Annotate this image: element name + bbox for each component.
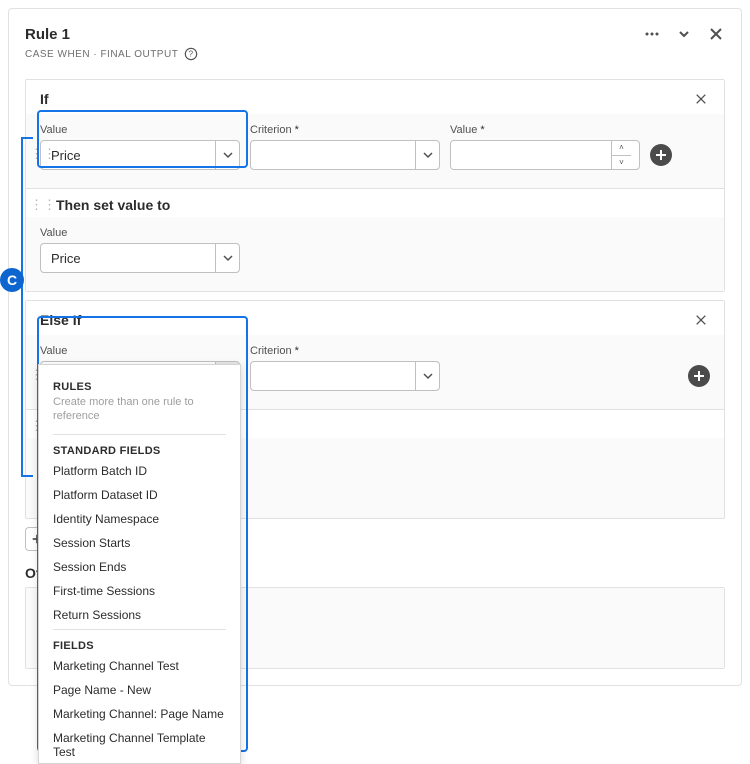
rule-subtitle: CASE WHEN · FINAL OUTPUT ? <box>25 47 725 61</box>
then-value-selected: Price <box>41 251 215 266</box>
close-icon[interactable] <box>692 90 710 108</box>
help-icon[interactable]: ? <box>184 47 198 61</box>
close-icon[interactable] <box>707 25 725 43</box>
dropdown-helper-text: Create more than one rule to reference <box>43 395 236 432</box>
annotation-badge-c: C <box>0 268 24 292</box>
stepper-up-icon[interactable]: ˄ <box>612 141 631 156</box>
if-section-title: If <box>40 91 49 107</box>
add-condition-button[interactable] <box>688 365 710 387</box>
dropdown-item[interactable]: Marketing Channel: Page Name <box>43 702 236 726</box>
dropdown-item[interactable]: First-time Sessions <box>43 579 236 603</box>
stepper-down-icon[interactable]: ˅ <box>612 156 631 170</box>
dropdown-item[interactable]: Platform Dataset ID <box>43 483 236 507</box>
dropdown-item[interactable]: Return Sessions <box>43 603 236 627</box>
dropdown-group-fields: FIELDS <box>43 634 236 654</box>
rule-title: Rule 1 <box>25 26 70 43</box>
more-icon[interactable] <box>643 25 661 43</box>
field-label-value2: Value <box>450 124 640 136</box>
dropdown-group-rules: RULES <box>43 375 236 395</box>
dropdown-item[interactable]: Marketing Channel Test <box>43 654 236 678</box>
dropdown-item[interactable]: Session Ends <box>43 555 236 579</box>
chevron-down-icon[interactable] <box>675 25 693 43</box>
drag-handle-icon[interactable]: ⋮⋮ <box>30 146 56 162</box>
dropdown-divider <box>53 434 226 435</box>
drag-handle-icon[interactable]: ⋮⋮ <box>30 197 56 213</box>
close-icon[interactable] <box>692 311 710 329</box>
dropdown-item[interactable]: Platform Batch ID <box>43 459 236 483</box>
rule-subtitle-label: CASE WHEN · FINAL OUTPUT <box>25 49 178 60</box>
value-dropdown-panel: RULES Create more than one rule to refer… <box>38 364 241 764</box>
chevron-down-icon[interactable] <box>415 141 439 169</box>
if-value-number-field[interactable] <box>451 141 611 169</box>
chevron-down-icon[interactable] <box>415 362 439 390</box>
rule-header: Rule 1 <box>25 25 725 43</box>
elseif-section-title: Else If <box>40 312 81 328</box>
chevron-down-icon[interactable] <box>215 244 239 272</box>
then-block: ⋮⋮ Then set value to Value Price <box>26 188 724 291</box>
dropdown-item[interactable]: Session Starts <box>43 531 236 555</box>
if-value-select[interactable]: Price <box>40 140 240 170</box>
field-label-criterion: Criterion <box>250 345 440 357</box>
svg-text:?: ? <box>189 50 194 59</box>
if-value-selected: Price <box>41 148 215 163</box>
if-criterion-select[interactable] <box>250 140 440 170</box>
dropdown-group-standard: STANDARD FIELDS <box>43 439 236 459</box>
add-condition-button[interactable] <box>650 144 672 166</box>
field-label-value: Value <box>40 124 240 136</box>
field-label-value: Value <box>40 227 240 239</box>
if-value-input[interactable]: ˄ ˅ <box>450 140 640 170</box>
dropdown-divider <box>53 629 226 630</box>
if-section: ⋮⋮ If Value Price <box>25 79 725 292</box>
then-title: Then set value to <box>26 189 724 217</box>
rule-header-actions <box>643 25 725 43</box>
field-label-criterion: Criterion <box>250 124 440 136</box>
then-value-select[interactable]: Price <box>40 243 240 273</box>
dropdown-item[interactable]: Page Name - New <box>43 678 236 702</box>
field-label-value: Value <box>40 345 240 357</box>
chevron-down-icon[interactable] <box>215 141 239 169</box>
elseif-criterion-select[interactable] <box>250 361 440 391</box>
dropdown-item[interactable]: Identity Namespace <box>43 507 236 531</box>
